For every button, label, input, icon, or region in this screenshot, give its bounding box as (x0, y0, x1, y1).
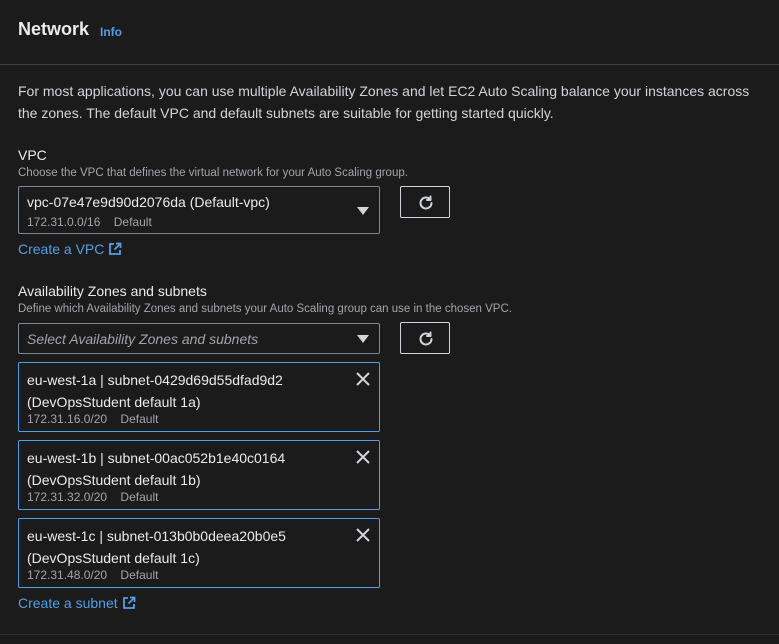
subnet-token-line2: (DevOpsStudent default 1a) (27, 394, 201, 410)
network-panel: Network Info For most applications, you … (0, 0, 779, 644)
external-link-icon (122, 596, 136, 609)
subnet-token-meta: 172.31.16.0/20 Default (27, 412, 158, 426)
subnet-cidr: 172.31.16.0/20 (27, 412, 108, 426)
vpc-label: VPC (18, 147, 47, 163)
subnet-token-meta: 172.31.48.0/20 Default (27, 568, 158, 582)
subnet-token-line1: eu-west-1b | subnet-00ac052b1e40c0164 (27, 450, 286, 466)
subnets-select[interactable]: Select Availability Zones and subnets (18, 323, 380, 354)
caret-down-icon (357, 335, 369, 343)
vpc-cidr: 172.31.0.0/16 (27, 215, 101, 229)
refresh-icon (419, 331, 433, 346)
subnet-token-1b: eu-west-1b | subnet-00ac052b1e40c0164 (D… (18, 440, 380, 510)
subnets-refresh-button[interactable] (400, 322, 450, 354)
subnets-label: Availability Zones and subnets (18, 283, 207, 299)
intro-text: For most applications, you can use multi… (18, 83, 750, 121)
subnet-tag: Default (120, 568, 159, 582)
create-vpc-link[interactable]: Create a VPC (18, 241, 122, 257)
subnet-token-line1: eu-west-1a | subnet-0429d69d55dfad9d2 (27, 372, 283, 388)
subnet-token-1a: eu-west-1a | subnet-0429d69d55dfad9d2 (D… (18, 362, 380, 432)
info-link[interactable]: Info (100, 25, 122, 39)
subnets-placeholder: Select Availability Zones and subnets (27, 331, 259, 347)
create-vpc-label: Create a VPC (18, 241, 105, 257)
subnet-token-line2: (DevOpsStudent default 1b) (27, 472, 201, 488)
subnet-cidr: 172.31.32.0/20 (27, 490, 108, 504)
panel-bottom-divider (0, 634, 779, 635)
subnet-tag: Default (120, 490, 159, 504)
subnet-token-line2: (DevOpsStudent default 1c) (27, 550, 200, 566)
subnet-token-1c: eu-west-1c | subnet-013b0b0deea20b0e5 (D… (18, 518, 380, 588)
vpc-refresh-button[interactable] (400, 186, 450, 218)
subnet-cidr: 172.31.48.0/20 (27, 568, 108, 582)
subnet-token-meta: 172.31.32.0/20 Default (27, 490, 158, 504)
subnets-description: Define which Availability Zones and subn… (18, 303, 512, 315)
vpc-selected-value: vpc-07e47e9d90d2076da (Default-vpc) (27, 194, 270, 210)
refresh-icon (419, 195, 433, 210)
panel-header: Network Info (0, 0, 779, 65)
subnet-token-line1: eu-west-1c | subnet-013b0b0deea20b0e5 (27, 528, 286, 544)
vpc-tag: Default (113, 215, 152, 229)
subnet-token-title: eu-west-1c | subnet-013b0b0deea20b0e5 (D… (27, 525, 347, 569)
close-icon[interactable] (356, 528, 370, 542)
vpc-description: Choose the VPC that defines the virtual … (18, 167, 408, 179)
subnet-token-title: eu-west-1a | subnet-0429d69d55dfad9d2 (D… (27, 369, 347, 413)
create-subnet-link[interactable]: Create a subnet (18, 595, 136, 611)
vpc-select[interactable]: vpc-07e47e9d90d2076da (Default-vpc) 172.… (18, 186, 380, 234)
close-icon[interactable] (356, 372, 370, 386)
subnet-tag: Default (120, 412, 159, 426)
external-link-icon (109, 242, 122, 255)
caret-down-icon (357, 207, 369, 215)
vpc-meta: 172.31.0.0/16 Default (27, 215, 152, 229)
panel-title: Network (18, 19, 90, 39)
create-subnet-label: Create a subnet (18, 595, 118, 611)
subnet-token-title: eu-west-1b | subnet-00ac052b1e40c0164 (D… (27, 447, 347, 491)
close-icon[interactable] (356, 450, 370, 464)
